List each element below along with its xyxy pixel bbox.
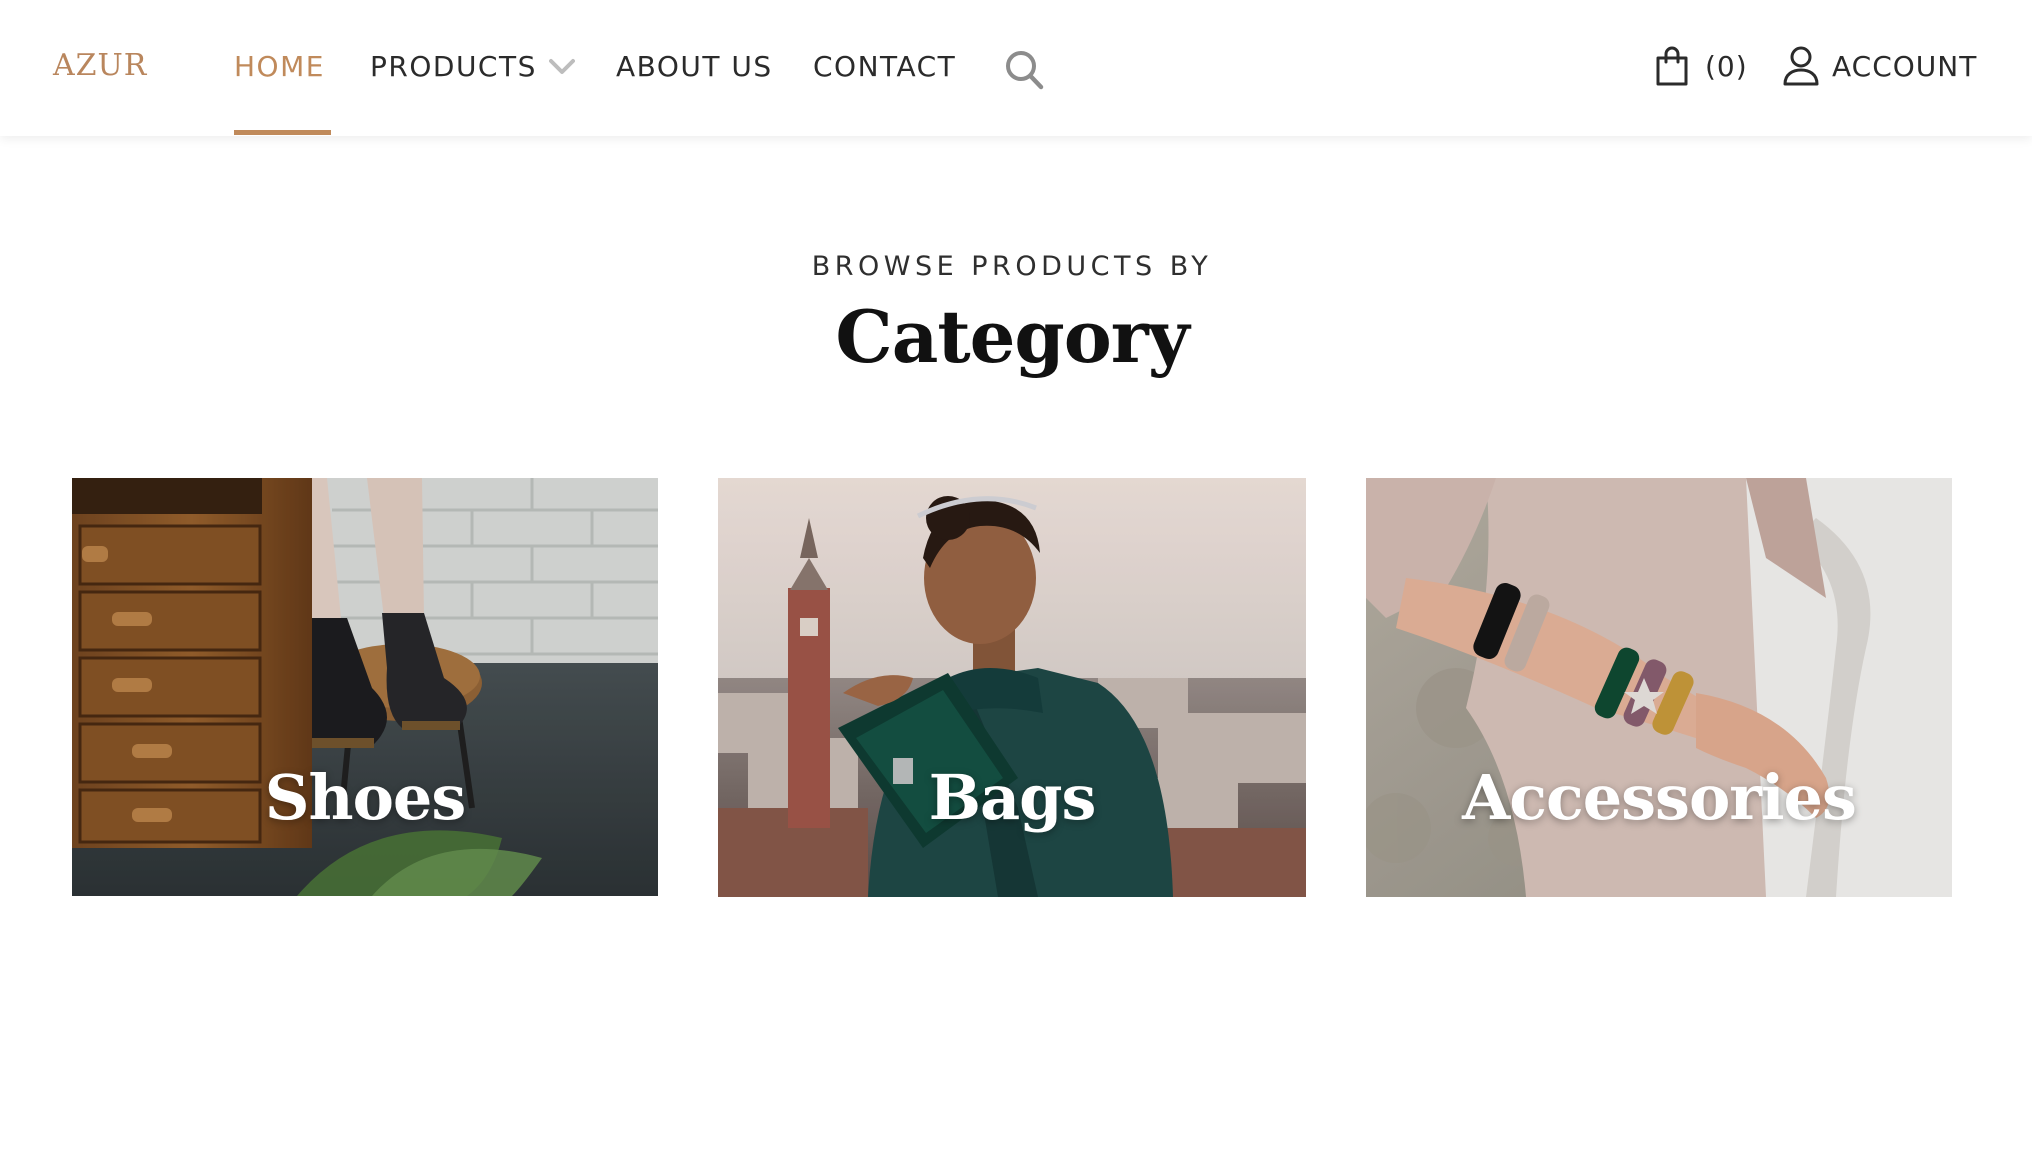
category-card-shoes[interactable]: Shoes	[72, 478, 658, 896]
category-label-accessories: Accessories	[1462, 761, 1857, 834]
cart-count: (0)	[1705, 50, 1748, 83]
nav-item-products[interactable]: PRODUCTS	[370, 47, 537, 87]
user-icon	[1783, 46, 1819, 86]
chevron-down-icon[interactable]	[549, 58, 575, 76]
nav-item-about-us[interactable]: ABOUT US	[616, 47, 773, 87]
section-eyebrow: BROWSE PRODUCTS BY	[811, 251, 1213, 282]
active-nav-indicator	[234, 130, 331, 135]
shopping-bag-icon	[1656, 46, 1688, 86]
site-header: AZUR HOME PRODUCTS ABOUT US CONTACT (0) …	[0, 0, 2032, 136]
search-icon[interactable]	[1004, 49, 1044, 91]
nav-item-contact[interactable]: CONTACT	[813, 47, 956, 87]
brand-logo[interactable]: AZUR	[53, 46, 147, 86]
nav-item-home[interactable]: HOME	[234, 47, 325, 87]
account-label: ACCOUNT	[1832, 50, 1978, 83]
category-card-accessories[interactable]: Accessories	[1366, 478, 1952, 897]
section-title: Category	[835, 294, 1189, 379]
category-card-bags[interactable]: Bags	[718, 478, 1306, 897]
category-label-shoes: Shoes	[264, 761, 467, 834]
category-label-bags: Bags	[928, 761, 1097, 834]
